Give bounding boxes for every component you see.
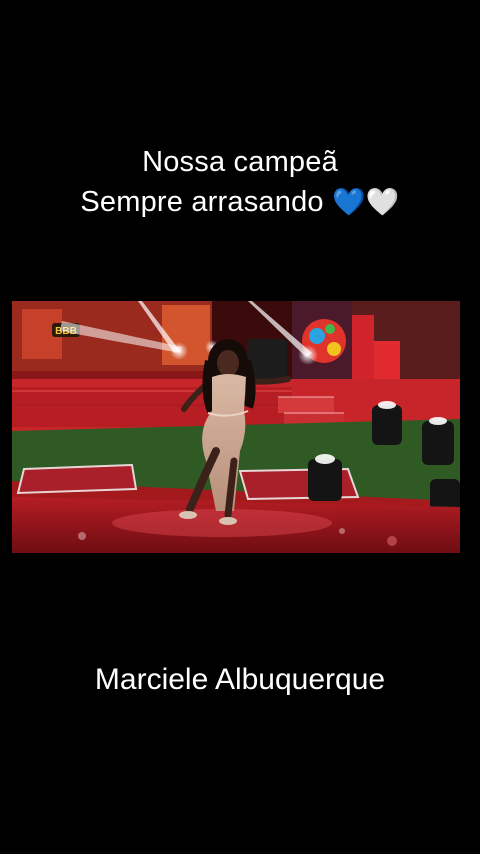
top-caption: Nossa campeã Sempre arrasando 💙🤍 (0, 142, 480, 223)
spotlight-icon (422, 417, 454, 465)
video-frame[interactable]: BBB (12, 301, 460, 553)
blue-heart-icon: 💙 (332, 187, 366, 218)
bottom-caption: Marciele Albuquerque (94, 663, 386, 696)
floor-platform (16, 463, 138, 495)
caption-line-2-text: Sempre arrasando (80, 186, 332, 218)
caption-line-1: Nossa campeã (142, 146, 338, 178)
stairs (278, 397, 334, 413)
caption-line-2: Sempre arrasando 💙🤍 (0, 182, 480, 223)
stage-scene: BBB (12, 301, 460, 553)
spotlight-icon (372, 401, 402, 445)
spotlight-icon (308, 454, 342, 501)
white-heart-icon: 🤍 (365, 187, 400, 218)
